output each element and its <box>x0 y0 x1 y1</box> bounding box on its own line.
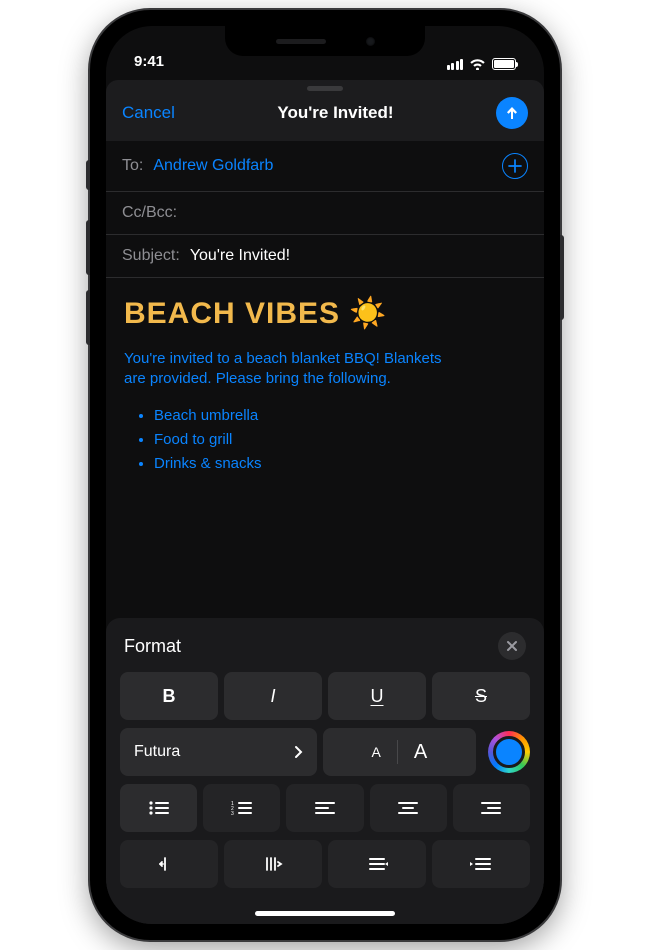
wifi-icon <box>469 58 486 70</box>
arrow-up-icon <box>504 105 520 121</box>
list-item[interactable]: Beach umbrella <box>154 404 526 428</box>
chevron-right-icon <box>293 745 303 759</box>
volume-down-button[interactable] <box>86 290 90 345</box>
subject-value: You're Invited! <box>190 247 290 265</box>
message-body[interactable]: BEACH VIBES ☀️ You're invited to a beach… <box>106 278 544 484</box>
compose-fields: To: Andrew Goldfarb Cc/Bcc: Subject: You… <box>106 141 544 924</box>
speaker-grille <box>276 39 326 44</box>
subject-label: Subject: <box>122 247 180 265</box>
selected-color-swatch <box>493 736 525 768</box>
quote-decrease-button[interactable] <box>328 840 426 888</box>
body-heading[interactable]: BEACH VIBES ☀️ <box>124 296 526 331</box>
list-item[interactable]: Drinks & snacks <box>154 452 526 476</box>
cancel-button[interactable]: Cancel <box>122 103 175 123</box>
indent-button[interactable] <box>224 840 322 888</box>
align-right-button[interactable] <box>453 784 530 832</box>
plus-icon <box>508 159 522 173</box>
quote-increase-button[interactable] <box>432 840 530 888</box>
phone-frame: 9:41 Cancel You're Invited! To: Andrew G <box>90 10 560 940</box>
mute-switch[interactable] <box>86 160 90 190</box>
ccbcc-label: Cc/Bcc: <box>122 204 177 222</box>
svg-text:3: 3 <box>231 811 234 816</box>
quote-decrease-icon <box>366 857 388 871</box>
outdent-icon <box>159 856 179 872</box>
divider <box>397 740 398 764</box>
text-color-button[interactable] <box>488 731 530 773</box>
compose-sheet: Cancel You're Invited! To: Andrew Goldfa… <box>106 80 544 924</box>
battery-icon <box>492 58 516 70</box>
numbered-list-icon: 123 <box>231 800 253 816</box>
align-center-button[interactable] <box>370 784 447 832</box>
numbered-list-button[interactable]: 123 <box>203 784 280 832</box>
format-title: Format <box>124 636 181 657</box>
font-size-decrease[interactable]: A <box>372 744 381 760</box>
navbar: Cancel You're Invited! <box>106 91 544 141</box>
ccbcc-field[interactable]: Cc/Bcc: <box>106 192 544 235</box>
bold-button[interactable]: B <box>120 672 218 720</box>
close-icon <box>506 640 518 652</box>
list-item[interactable]: Food to grill <box>154 428 526 452</box>
close-format-button[interactable] <box>498 632 526 660</box>
to-field[interactable]: To: Andrew Goldfarb <box>106 141 544 192</box>
bullet-list-icon <box>148 800 170 816</box>
font-size-stepper[interactable]: A A <box>323 728 476 776</box>
subject-field[interactable]: Subject: You're Invited! <box>106 235 544 278</box>
outdent-button[interactable] <box>120 840 218 888</box>
italic-button[interactable]: I <box>224 672 322 720</box>
font-picker-button[interactable]: Futura <box>120 728 317 776</box>
align-center-icon <box>398 801 418 815</box>
front-camera <box>366 37 375 46</box>
power-button[interactable] <box>560 235 564 320</box>
add-recipient-button[interactable] <box>502 153 528 179</box>
format-panel: Format B I U S Futura <box>106 618 544 924</box>
screen: 9:41 Cancel You're Invited! To: Andrew G <box>106 26 544 924</box>
volume-up-button[interactable] <box>86 220 90 275</box>
notch <box>225 26 425 56</box>
align-right-icon <box>481 801 501 815</box>
strikethrough-button[interactable]: S <box>432 672 530 720</box>
send-button[interactable] <box>496 97 528 129</box>
font-size-increase[interactable]: A <box>414 741 427 764</box>
underline-button[interactable]: U <box>328 672 426 720</box>
indent-icon <box>263 856 283 872</box>
italic-icon: I <box>270 686 275 707</box>
quote-increase-icon <box>470 857 492 871</box>
bold-icon: B <box>163 686 176 707</box>
align-left-icon <box>315 801 335 815</box>
bulleted-list-button[interactable] <box>120 784 197 832</box>
strikethrough-icon: S <box>475 686 487 707</box>
cellular-icon <box>447 59 464 70</box>
body-paragraph[interactable]: You're invited to a beach blanket BBQ! B… <box>124 349 444 390</box>
home-indicator[interactable] <box>255 911 395 916</box>
align-left-button[interactable] <box>286 784 363 832</box>
body-list[interactable]: Beach umbrella Food to grill Drinks & sn… <box>154 404 526 476</box>
to-label: To: <box>122 157 143 175</box>
status-time: 9:41 <box>134 53 164 70</box>
to-recipient[interactable]: Andrew Goldfarb <box>153 157 273 175</box>
navbar-title: You're Invited! <box>277 103 393 123</box>
font-name-label: Futura <box>134 743 180 761</box>
underline-icon: U <box>371 686 384 707</box>
